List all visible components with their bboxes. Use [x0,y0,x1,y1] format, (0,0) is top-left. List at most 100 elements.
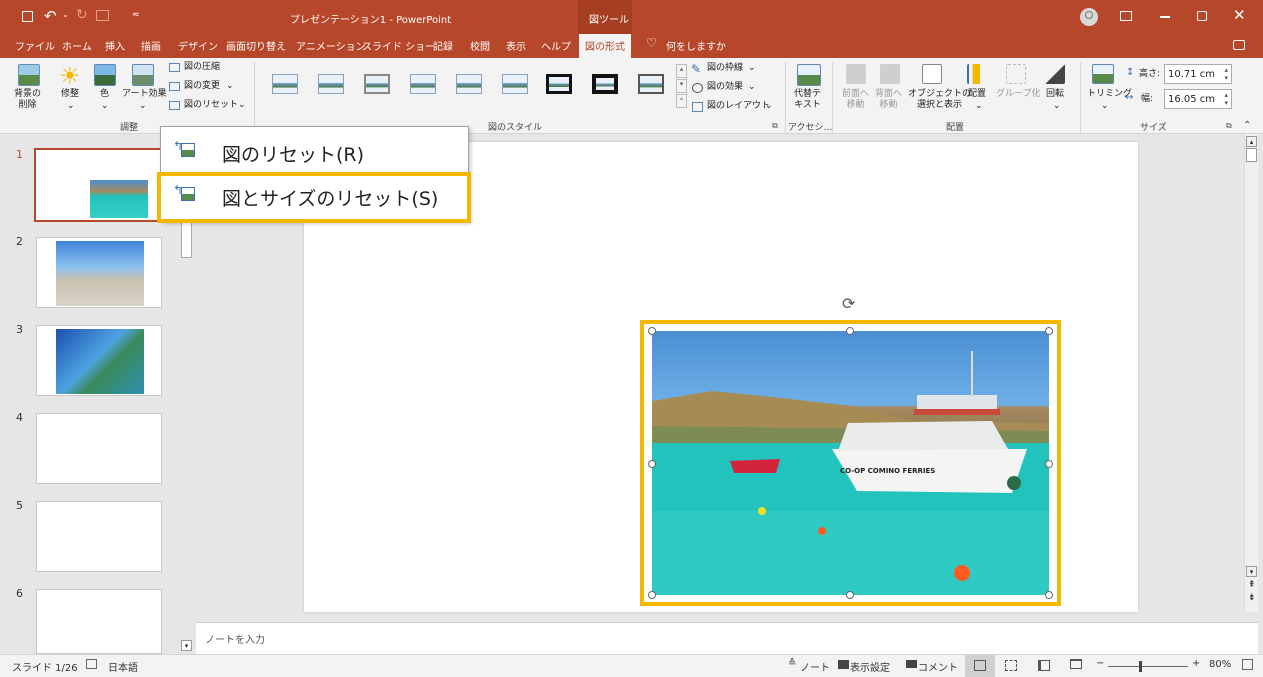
slide-thumbnail[interactable] [36,325,162,396]
resize-handle[interactable] [1045,327,1053,335]
tab-insert[interactable]: 挿入 [105,38,125,53]
tab-animations[interactable]: アニメーション [296,38,366,53]
dialog-launcher-icon[interactable]: ⧉ [772,121,778,131]
gallery-more-icon[interactable]: ⩡ [676,94,687,108]
reading-view-icon[interactable] [1038,660,1050,671]
resize-handle[interactable] [846,327,854,335]
color-button[interactable]: 色 [100,89,109,100]
picture-border-button[interactable]: 図の枠線 [707,63,743,74]
group-button[interactable]: グループ化 [996,89,1040,100]
scroll-down-icon[interactable]: ▾ [181,640,192,651]
tell-me-search[interactable]: 何をしますか [666,38,726,53]
remove-background-button[interactable]: 背景の 削除 [14,89,41,111]
tab-file[interactable]: ファイル [15,38,55,53]
bring-forward-button[interactable]: 前面へ 移動 [842,89,869,111]
height-input[interactable]: 10.71 cm ▴ ▾ [1164,64,1232,84]
menu-reset-picture[interactable]: ↰ 図のリセット(R) [160,132,468,172]
resize-handle[interactable] [1045,460,1053,468]
notes-pane[interactable]: ノートを入力 [196,622,1258,654]
compress-pictures-button[interactable]: 図の圧縮 [184,62,220,73]
resize-handle[interactable] [648,591,656,599]
tab-picture-format[interactable]: 図の形式 [579,34,631,58]
boat-picture[interactable]: CO-OP COMINO FERRIES [652,331,1049,595]
picture-style-thumb[interactable] [502,74,528,94]
redo-icon[interactable]: ↻ [76,7,88,23]
picture-style-thumb[interactable] [592,74,618,94]
spellcheck-icon[interactable] [86,659,97,669]
align-button[interactable]: 配置 [968,89,986,100]
slide-thumbnail[interactable] [36,501,162,572]
picture-layout-button[interactable]: 図のレイアウト [707,101,770,112]
tab-draw[interactable]: 描画 [141,38,161,53]
alt-text-button[interactable]: 代替テ キスト [794,89,821,111]
minimize-icon[interactable] [1160,16,1170,18]
resize-handle[interactable] [846,591,854,599]
picture-style-thumb[interactable] [638,74,664,94]
restore-icon[interactable] [1197,11,1207,21]
display-settings-button[interactable]: 表示設定 [850,659,890,674]
undo-dropdown-icon[interactable]: ⌄ [62,10,69,19]
picture-style-thumb[interactable] [318,74,344,94]
ribbon-display-icon[interactable] [1120,11,1132,21]
slide-thumbnail[interactable] [34,148,164,222]
save-icon[interactable] [22,11,33,22]
close-icon[interactable]: ✕ [1233,6,1246,24]
language[interactable]: 日本語 [108,659,138,674]
spinner-icon[interactable]: ▴ ▾ [1224,91,1228,107]
send-backward-button[interactable]: 背面へ 移動 [875,89,902,111]
corrections-button[interactable]: 修整 [61,89,79,100]
slideshow-view-icon[interactable] [1070,659,1082,669]
tab-review[interactable]: 校閲 [470,38,490,53]
remove-background-icon[interactable] [18,64,40,86]
width-input[interactable]: 16.05 cm ▴ ▾ [1164,89,1232,109]
slide-thumbnail[interactable] [36,413,162,484]
resize-handle[interactable] [648,327,656,335]
slide-thumbnail[interactable] [36,237,162,308]
zoom-in-button[interactable]: + [1192,658,1200,669]
picture-effects-button[interactable]: 図の効果 [707,82,743,93]
picture-style-thumb[interactable] [272,74,298,94]
tab-design[interactable]: デザイン [178,38,218,53]
gallery-scroll-up-icon[interactable]: ▴ [676,64,687,78]
picture-style-thumb[interactable] [456,74,482,94]
customize-icon[interactable]: ≂ [132,10,140,20]
scroll-thumb[interactable] [1246,148,1257,162]
previous-slide-icon[interactable]: ⇞ [1248,580,1256,590]
picture-style-thumb[interactable] [410,74,436,94]
artistic-effects-button[interactable]: アート効果 [122,89,166,100]
fit-to-window-icon[interactable] [1242,659,1253,670]
notes-button[interactable]: ノート [800,659,830,674]
normal-view-icon[interactable] [965,655,995,677]
menu-reset-picture-and-size[interactable]: ↰ 図とサイズのリセット(S) [160,177,468,217]
zoom-slider-track[interactable] [1108,666,1188,667]
spinner-icon[interactable]: ▴ ▾ [1224,66,1228,82]
tab-home[interactable]: ホーム [62,38,92,53]
picture-style-thumb[interactable] [546,74,572,94]
vertical-scrollbar[interactable]: ▴ ▾ ⇞ ⇟ [1244,134,1258,612]
undo-icon[interactable]: ↶ [44,7,57,25]
scroll-down-icon[interactable]: ▾ [1246,566,1257,577]
slide-sorter-icon[interactable] [1005,660,1017,671]
tab-record[interactable]: 記録 [433,38,453,53]
reset-picture-button[interactable]: 図のリセット [184,100,238,111]
change-picture-button[interactable]: 図の変更 [184,81,220,92]
slide-count[interactable]: スライド 1/26 [12,659,78,674]
zoom-slider-thumb[interactable] [1139,661,1142,672]
resize-handle[interactable] [648,460,656,468]
comments-icon[interactable] [1233,40,1245,50]
rotate-handle-icon[interactable]: ⟳ [842,294,855,313]
next-slide-icon[interactable]: ⇟ [1248,593,1256,603]
tab-help[interactable]: ヘルプ [541,38,571,53]
collapse-ribbon-icon[interactable]: ⌃ [1243,120,1251,131]
scroll-thumb[interactable] [181,222,192,258]
tab-view[interactable]: 表示 [506,38,526,53]
resize-handle[interactable] [1045,591,1053,599]
tab-slideshow[interactable]: スライド ショー [362,38,435,53]
comments-button[interactable]: コメント [918,659,958,674]
tab-transitions[interactable]: 画面切り替え [226,38,286,53]
zoom-level[interactable]: 80% [1209,659,1231,670]
scroll-up-icon[interactable]: ▴ [1246,136,1257,147]
dialog-launcher-icon[interactable]: ⧉ [1226,121,1232,131]
gallery-scroll-down-icon[interactable]: ▾ [676,79,687,93]
slideshow-icon[interactable] [96,10,109,21]
